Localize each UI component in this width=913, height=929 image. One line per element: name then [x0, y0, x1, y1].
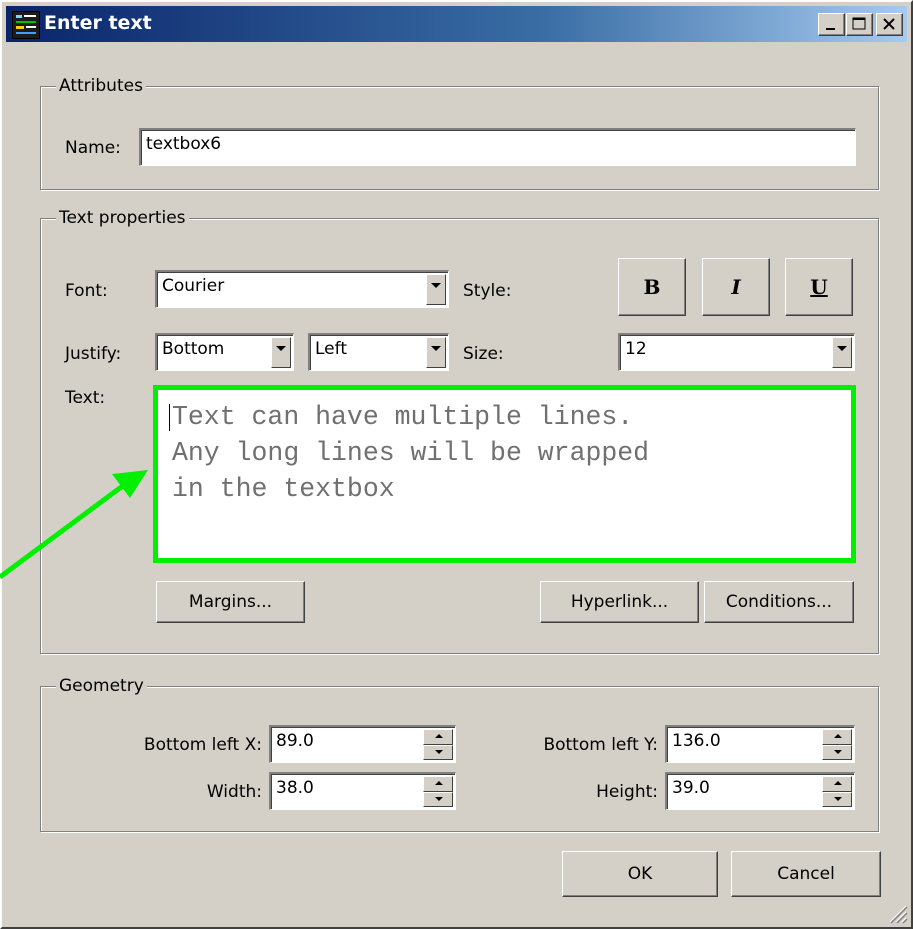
bottom-left-x-spinner[interactable]: 89.0: [269, 725, 456, 763]
size-select[interactable]: 12: [618, 333, 855, 371]
minimize-icon: [826, 28, 835, 30]
font-select[interactable]: Courier: [155, 270, 449, 308]
height-spinner[interactable]: 39.0: [665, 772, 855, 810]
ok-button[interactable]: OK: [562, 851, 718, 897]
name-input-value: textbox6: [146, 134, 222, 154]
text-input-value: Text can have multiple lines. Any long l…: [172, 402, 650, 504]
justify-vertical-select[interactable]: Bottom: [155, 333, 294, 371]
style-label: Style:: [463, 281, 512, 301]
spin-down-icon[interactable]: [822, 791, 852, 807]
chevron-down-icon[interactable]: [426, 337, 446, 368]
height-label: Height:: [596, 782, 658, 802]
bottom-left-x-label: Bottom left X:: [143, 735, 262, 755]
width-label: Width:: [206, 782, 262, 802]
spin-down-icon[interactable]: [423, 744, 453, 760]
chevron-down-icon[interactable]: [832, 337, 852, 368]
bottom-left-y-stepper[interactable]: [822, 729, 852, 760]
size-select-value: 12: [625, 339, 647, 359]
geda-app-icon: [12, 11, 40, 39]
cancel-button[interactable]: Cancel: [731, 851, 881, 897]
geometry-group-title: Geometry: [56, 676, 147, 696]
minimize-button[interactable]: [818, 13, 845, 36]
bottom-left-y-spinner[interactable]: 136.0: [665, 725, 855, 763]
font-select-value: Courier: [162, 276, 225, 296]
hyperlink-button[interactable]: Hyperlink...: [540, 581, 699, 623]
height-stepper[interactable]: [822, 776, 852, 807]
height-value: 39.0: [672, 778, 710, 798]
text-properties-group-title: Text properties: [56, 208, 189, 228]
close-icon: [883, 18, 895, 30]
name-input[interactable]: textbox6: [139, 128, 856, 166]
bottom-left-y-value: 136.0: [672, 731, 721, 751]
text-input[interactable]: Text can have multiple lines. Any long l…: [153, 385, 856, 563]
name-label: Name:: [65, 138, 121, 158]
maximize-button[interactable]: [846, 13, 873, 36]
width-spinner[interactable]: 38.0: [269, 772, 456, 810]
conditions-button[interactable]: Conditions...: [704, 581, 854, 623]
bottom-left-y-label: Bottom left Y:: [543, 735, 658, 755]
italic-icon: I: [731, 275, 741, 299]
font-label: Font:: [65, 281, 108, 301]
spin-up-icon[interactable]: [822, 729, 852, 745]
justify-vertical-value: Bottom: [162, 339, 225, 359]
title-bar[interactable]: Enter text: [6, 6, 907, 42]
chevron-down-icon[interactable]: [426, 274, 446, 305]
spin-down-icon[interactable]: [423, 791, 453, 807]
justify-horizontal-select[interactable]: Left: [308, 333, 449, 371]
spin-up-icon[interactable]: [822, 776, 852, 792]
bold-icon: B: [643, 275, 661, 299]
underline-button[interactable]: U: [785, 258, 853, 316]
chevron-down-icon[interactable]: [271, 337, 291, 368]
bottom-left-x-stepper[interactable]: [423, 729, 453, 760]
bold-button[interactable]: B: [618, 258, 686, 316]
width-value: 38.0: [276, 778, 314, 798]
text-label: Text:: [65, 388, 106, 408]
annotation-arrow-icon: [0, 470, 148, 580]
close-button[interactable]: [876, 13, 903, 36]
window-title: Enter text: [44, 12, 152, 34]
spin-down-icon[interactable]: [822, 744, 852, 760]
spin-up-icon[interactable]: [423, 729, 453, 745]
resize-grip-icon[interactable]: [886, 902, 908, 924]
text-caret: [169, 404, 170, 431]
spin-up-icon[interactable]: [423, 776, 453, 792]
italic-button[interactable]: I: [702, 258, 770, 316]
size-label: Size:: [463, 344, 504, 364]
justify-label: Justify:: [65, 344, 122, 364]
bottom-left-x-value: 89.0: [276, 731, 314, 751]
justify-horizontal-value: Left: [315, 339, 347, 359]
underline-icon: U: [810, 275, 828, 299]
attributes-group-title: Attributes: [56, 76, 146, 96]
maximize-icon: [852, 17, 866, 30]
margins-button[interactable]: Margins...: [156, 581, 305, 623]
enter-text-dialog: Enter text Attributes Name: textbox6 Tex…: [0, 0, 913, 929]
width-stepper[interactable]: [423, 776, 453, 807]
